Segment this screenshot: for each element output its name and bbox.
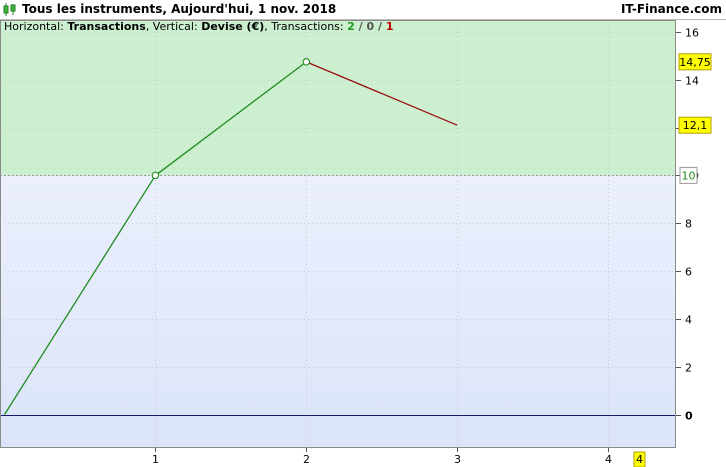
x-tick-label: 2 — [303, 453, 310, 466]
horizontal-prefix: Horizontal: — [4, 20, 68, 33]
candlestick-icon — [3, 3, 16, 16]
transactions-prefix: , Transactions: — [264, 20, 348, 33]
x-tick-label: 4 — [605, 453, 612, 466]
losing-count: 1 — [385, 20, 394, 33]
horizontal-value: Transactions — [67, 20, 146, 33]
data-point — [302, 58, 311, 66]
brand-label: IT-Finance.com — [620, 2, 722, 16]
y-tick-label: 6 — [685, 266, 692, 279]
separator: / — [374, 20, 386, 33]
vertical-value: Devise (€) — [201, 20, 265, 33]
title-bar: Tous les instruments, Aujourd'hui, 1 nov… — [0, 0, 726, 20]
data-point — [151, 171, 160, 180]
x-end-label: 4 — [636, 453, 643, 466]
value-label: 14,75 — [679, 56, 711, 69]
separator: / — [354, 20, 367, 33]
reference-label: 10 — [682, 169, 696, 182]
equity-chart: 0246810121416123414,7512,1104 — [0, 20, 712, 467]
chart-title: Tous les instruments, Aujourd'hui, 1 nov… — [22, 2, 337, 16]
info-line: Horizontal: Transactions, Vertical: Devi… — [4, 20, 393, 33]
y-tick-label: 4 — [685, 314, 692, 327]
y-tick-label: 16 — [685, 27, 699, 40]
vertical-prefix: , Vertical: — [145, 20, 202, 33]
y-tick-label: 14 — [685, 75, 699, 88]
y-tick-label: 2 — [685, 362, 692, 375]
y-tick-label: 0 — [685, 410, 693, 423]
y-tick-label: 8 — [685, 218, 692, 231]
profit-zone — [0, 20, 676, 176]
value-label: 12,1 — [683, 119, 708, 132]
x-tick-label: 1 — [152, 453, 159, 466]
winning-count: 2 — [347, 20, 355, 33]
x-tick-label: 3 — [454, 453, 461, 466]
neutral-count: 0 — [366, 20, 375, 33]
